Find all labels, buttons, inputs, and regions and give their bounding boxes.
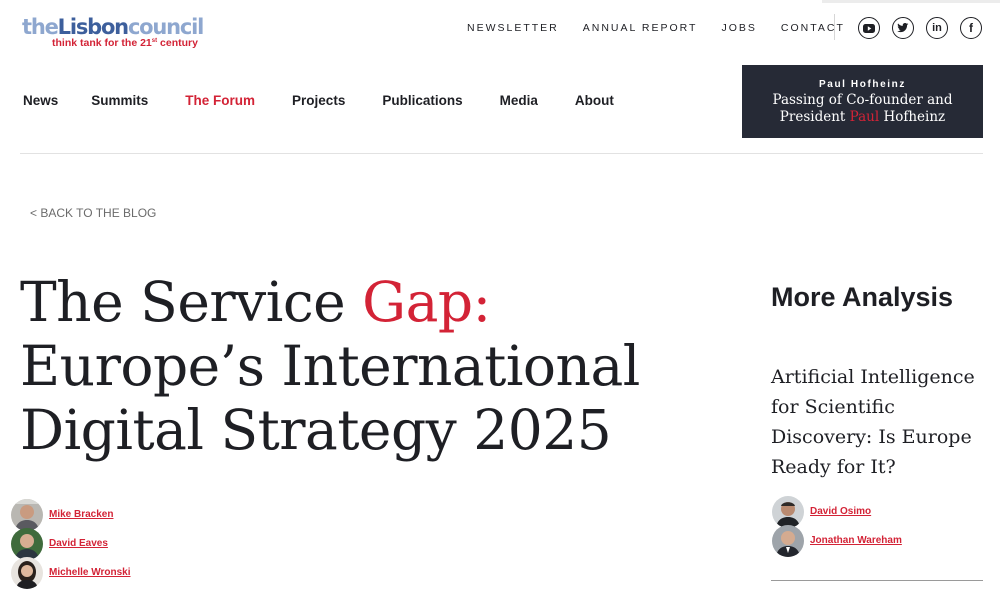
sidebar-article-authors: David Osimo Jonathan Wareham xyxy=(772,495,902,557)
social-links: in f xyxy=(858,17,982,39)
top-nav-divider xyxy=(834,14,835,40)
top-nav-annual-report[interactable]: ANNUAL REPORT xyxy=(583,22,698,34)
main-nav-about[interactable]: About xyxy=(575,93,614,108)
header-divider xyxy=(20,153,983,154)
banner-headline: Passing of Co-founder and President Paul… xyxy=(772,92,953,125)
logo-wordmark: theLisboncouncil xyxy=(22,15,204,39)
site-logo[interactable]: theLisboncouncil think tank for the 21st… xyxy=(22,15,204,49)
main-nav-summits[interactable]: Summits xyxy=(91,93,148,108)
top-nav-contact[interactable]: CONTACT xyxy=(781,22,845,34)
facebook-icon[interactable]: f xyxy=(960,17,982,39)
main-nav-news[interactable]: News xyxy=(23,93,58,108)
author-item: Michelle Wronski xyxy=(11,556,131,589)
logo-tagline: think tank for the 21st century xyxy=(52,37,198,49)
author-item: Mike Bracken xyxy=(11,498,131,531)
author-item: David Eaves xyxy=(11,527,131,560)
top-utility-nav: NEWSLETTER ANNUAL REPORT JOBS CONTACT xyxy=(467,22,869,34)
avatar[interactable] xyxy=(11,527,43,560)
author-link[interactable]: Mike Bracken xyxy=(49,509,113,520)
sidebar-divider xyxy=(771,580,983,581)
more-analysis-heading: More Analysis xyxy=(771,282,954,312)
author-item: Jonathan Wareham xyxy=(772,524,902,557)
author-item: David Osimo xyxy=(772,495,902,528)
main-nav-publications[interactable]: Publications xyxy=(382,93,462,108)
avatar[interactable] xyxy=(772,495,804,528)
linkedin-icon[interactable]: in xyxy=(926,17,948,39)
back-to-blog-link[interactable]: < BACK TO THE BLOG xyxy=(30,206,156,220)
author-link[interactable]: David Osimo xyxy=(810,506,871,517)
twitter-icon[interactable] xyxy=(892,17,914,39)
top-nav-newsletter[interactable]: NEWSLETTER xyxy=(467,22,559,34)
top-nav-jobs[interactable]: JOBS xyxy=(721,22,756,34)
article-authors: Mike Bracken David Eaves Michelle Wronsk… xyxy=(11,498,131,589)
banner-name: Paul Hofheinz xyxy=(819,79,906,90)
author-link[interactable]: Michelle Wronski xyxy=(49,567,131,578)
author-link[interactable]: Jonathan Wareham xyxy=(810,535,902,546)
avatar[interactable] xyxy=(11,498,43,531)
main-nav-media[interactable]: Media xyxy=(500,93,538,108)
article-title: The Service Gap: Europe’s International … xyxy=(20,270,640,462)
youtube-icon[interactable] xyxy=(858,17,880,39)
main-nav: News Summits The Forum Projects Publicat… xyxy=(23,93,614,108)
sidebar-article-title[interactable]: Artificial Intelligence for Scientific D… xyxy=(771,362,981,482)
avatar[interactable] xyxy=(11,556,43,589)
main-nav-projects[interactable]: Projects xyxy=(292,93,345,108)
main-nav-the-forum[interactable]: The Forum xyxy=(185,93,255,108)
avatar[interactable] xyxy=(772,524,804,557)
author-link[interactable]: David Eaves xyxy=(49,538,108,549)
announcement-banner[interactable]: Paul Hofheinz Passing of Co-founder and … xyxy=(742,65,983,138)
header-gray-strip xyxy=(822,0,1000,3)
